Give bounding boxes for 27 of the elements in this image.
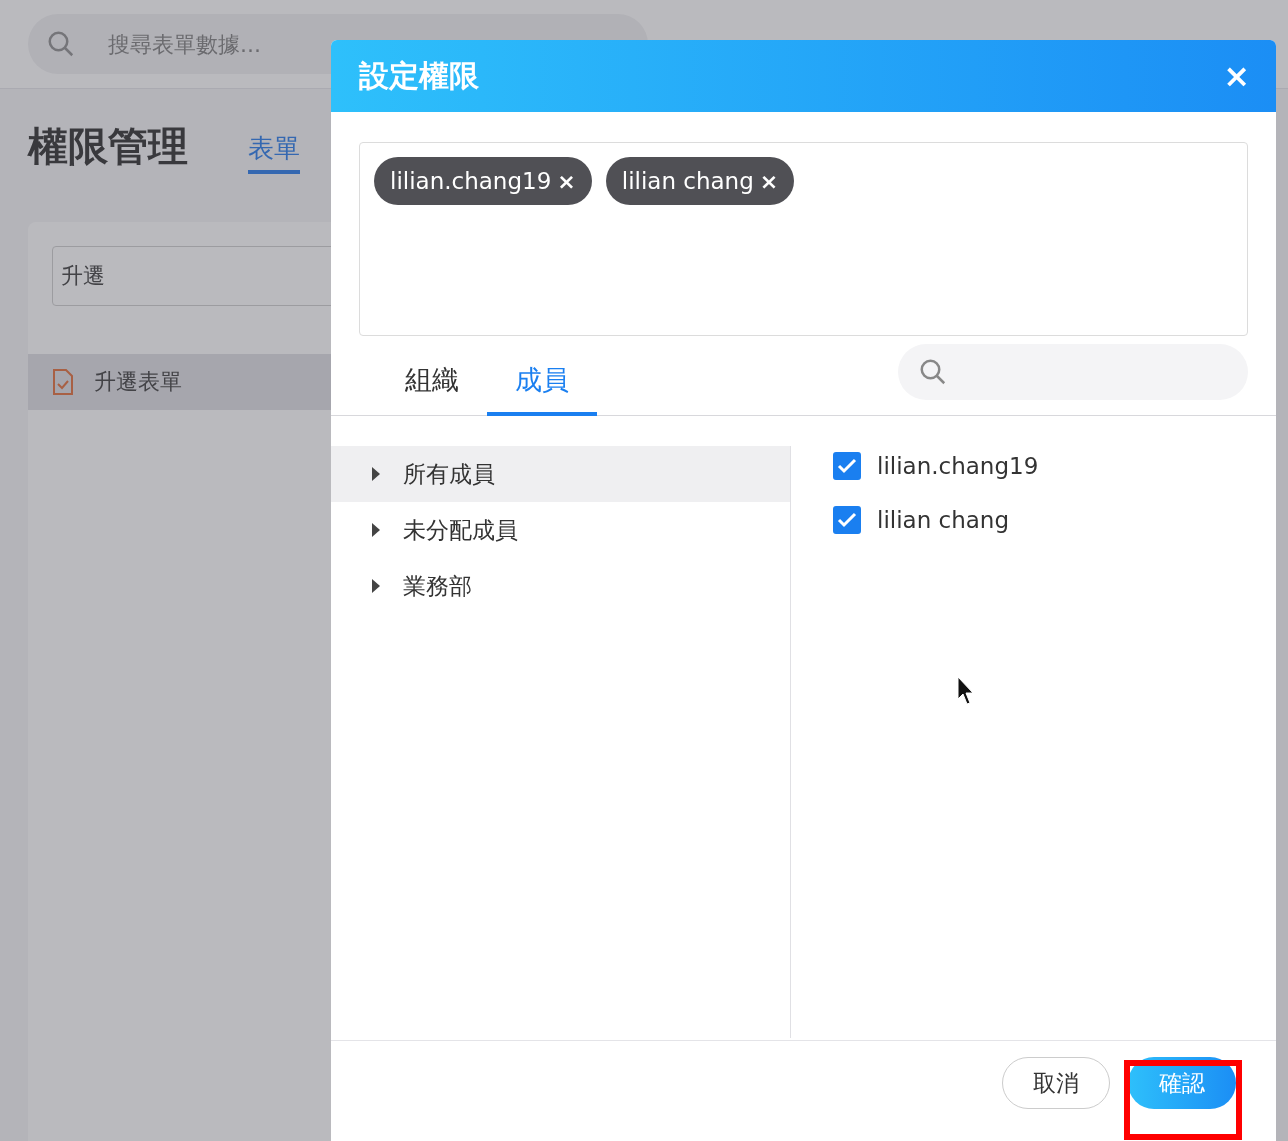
dialog-title: 設定權限 [359,56,479,95]
remove-tag-button[interactable]: × [557,168,576,194]
form-name: 升遷表單 [94,368,182,396]
tag-label: lilian.chang19 [390,168,552,194]
tree-label: 業務部 [403,571,472,601]
tree-label: 所有成員 [403,459,495,489]
tree-item[interactable]: 業務部 [331,558,790,614]
caret-icon[interactable] [371,579,381,593]
tree-label: 未分配成員 [403,515,518,545]
tab[interactable]: 成員 [487,362,597,416]
checkbox[interactable] [833,452,861,480]
cancel-button[interactable]: 取消 [1002,1057,1110,1109]
tree-item[interactable]: 未分配成員 [331,502,790,558]
check-icon [837,458,857,474]
check-icon [837,512,857,528]
remove-tag-button[interactable]: × [759,168,779,194]
member-name: lilian.chang19 [877,453,1039,479]
cursor-icon [957,676,975,706]
caret-icon[interactable] [371,467,381,481]
checkbox[interactable] [833,506,861,534]
search-icon [918,357,948,387]
tree-item[interactable]: 所有成員 [331,446,790,502]
document-check-icon [52,368,74,396]
page-title: 權限管理 [28,122,188,171]
tag-label: lilian chang [621,168,754,194]
caret-icon[interactable] [371,523,381,537]
member-name: lilian chang [877,507,1010,533]
